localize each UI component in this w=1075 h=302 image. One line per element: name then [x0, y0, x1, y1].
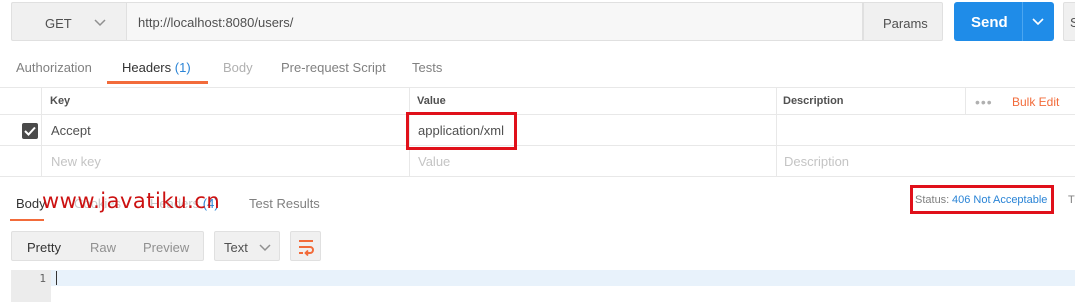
checkmark-icon: [24, 126, 36, 136]
active-line: [51, 270, 1075, 286]
format-dropdown[interactable]: Text: [214, 231, 280, 261]
tab-headers[interactable]: Headers (1): [122, 60, 191, 75]
new-description-input[interactable]: Description: [784, 154, 849, 169]
chevron-down-icon: [259, 244, 271, 252]
table-header-row: Key Value Description ••• Bulk Edit: [0, 88, 1075, 115]
active-tab-indicator: [10, 219, 44, 221]
watermark-text: www.javatiku.cn: [42, 189, 221, 213]
request-bar: GET http://localhost:8080/users/ Params …: [0, 0, 1075, 43]
method-label: GET: [45, 16, 72, 31]
column-header-value: Value: [417, 95, 446, 107]
save-label: S: [1070, 15, 1075, 30]
active-tab-indicator: [107, 81, 208, 84]
tab-pre-request-script[interactable]: Pre-request Script: [281, 60, 386, 75]
params-button[interactable]: Params: [863, 2, 943, 41]
chevron-down-icon: [1032, 18, 1044, 26]
tab-headers-count: (1): [174, 60, 191, 75]
view-mode-switch: Pretty Raw Preview: [11, 231, 204, 261]
send-button[interactable]: Send: [954, 2, 1022, 41]
view-raw-button[interactable]: Raw: [90, 240, 116, 255]
column-header-description: Description: [783, 95, 844, 107]
line-number: 1: [39, 272, 46, 285]
header-key-cell[interactable]: Accept: [51, 123, 91, 138]
tab-test-results[interactable]: Test Results: [249, 196, 320, 211]
params-label: Params: [883, 16, 928, 31]
table-row: Accept application/xml: [0, 115, 1075, 146]
wrap-lines-icon: [299, 240, 314, 256]
view-pretty-button[interactable]: Pretty: [27, 240, 61, 255]
chevron-down-icon: [94, 19, 106, 27]
table-row-new: New key Value Description: [0, 146, 1075, 177]
tab-tests[interactable]: Tests: [412, 60, 442, 75]
time-label: Ti: [1068, 194, 1075, 206]
highlight-box-status: [910, 185, 1054, 214]
header-enabled-checkbox[interactable]: [22, 123, 38, 139]
tab-authorization[interactable]: Authorization: [16, 60, 92, 75]
url-text: http://localhost:8080/users/: [138, 15, 294, 30]
request-tabs: Authorization Headers (1) Body Pre-reque…: [0, 50, 1075, 84]
headers-table: Key Value Description ••• Bulk Edit Acce…: [0, 87, 1075, 177]
highlight-box-value: [406, 112, 517, 150]
line-number-gutter: 1: [11, 270, 51, 302]
new-value-input[interactable]: Value: [418, 154, 450, 169]
tab-body[interactable]: Body: [223, 60, 253, 75]
response-body-editor[interactable]: 1: [11, 270, 1075, 302]
save-button[interactable]: S: [1063, 2, 1075, 41]
format-label: Text: [224, 240, 248, 255]
new-key-input[interactable]: New key: [51, 154, 101, 169]
send-label: Send: [971, 14, 1008, 31]
text-caret: [56, 271, 57, 285]
column-header-key: Key: [50, 95, 71, 107]
method-dropdown[interactable]: GET: [11, 2, 126, 41]
send-options-button[interactable]: [1022, 2, 1054, 41]
tab-headers-label: Headers: [122, 60, 172, 75]
wrap-lines-button[interactable]: [290, 231, 321, 261]
view-preview-button[interactable]: Preview: [143, 240, 189, 255]
bulk-edit-button[interactable]: Bulk Edit: [1012, 95, 1059, 109]
ellipsis-icon[interactable]: •••: [975, 94, 993, 110]
url-input[interactable]: http://localhost:8080/users/: [126, 2, 863, 41]
